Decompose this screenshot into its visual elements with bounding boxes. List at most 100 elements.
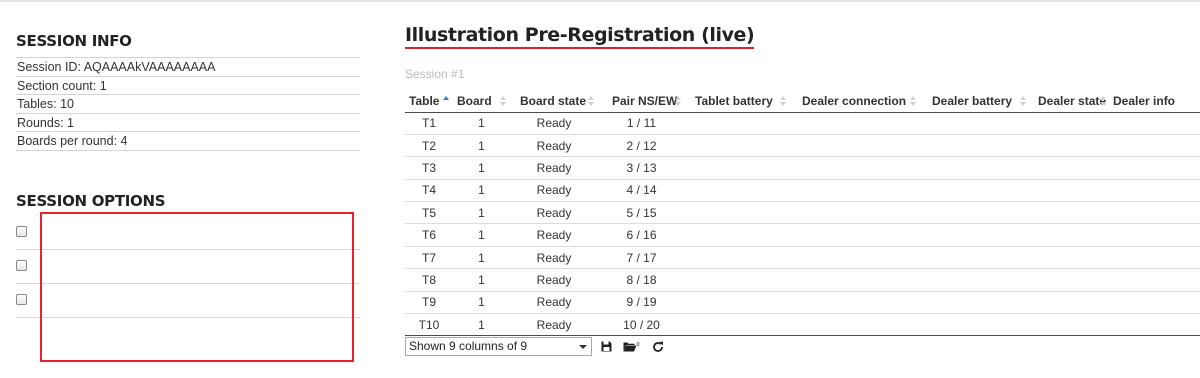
column-header-dealer-info[interactable]: Dealer info — [1110, 90, 1200, 113]
empty-cell — [790, 246, 920, 270]
chevron-down-icon — [579, 345, 587, 349]
cell-pair: 8 / 18 — [598, 268, 685, 292]
empty-cell — [1030, 313, 1110, 337]
cell-pair: 7 / 17 — [598, 246, 685, 270]
cell-board-state: Ready — [510, 268, 598, 292]
empty-cell — [920, 291, 1030, 315]
sort-icon — [588, 96, 595, 107]
column-header-dealer-battery[interactable]: Dealer battery — [920, 90, 1030, 113]
session-label: Session #1 — [405, 67, 465, 81]
cell-board-state: Ready — [510, 112, 598, 135]
cell-pair: 3 / 13 — [598, 156, 685, 180]
empty-cell — [1030, 179, 1110, 203]
refresh-button[interactable] — [648, 337, 668, 356]
session-option-row — [16, 250, 360, 284]
cell-pair: 6 / 16 — [598, 223, 685, 247]
folder-open-icon: 0 — [623, 342, 640, 352]
option-checkbox-1[interactable] — [16, 226, 27, 237]
empty-cell — [1030, 223, 1110, 247]
column-label: Dealer battery — [932, 93, 1013, 108]
column-label: Board state — [520, 93, 587, 108]
empty-cell — [920, 246, 1030, 270]
load-button[interactable]: 0 — [620, 337, 644, 356]
cell-table: T10 — [405, 313, 453, 337]
cell-table: T1 — [405, 112, 453, 135]
table-row[interactable]: T5 1 Ready 5 / 15 — [405, 201, 1200, 225]
table-row[interactable]: T6 1 Ready 6 / 16 — [405, 223, 1200, 247]
empty-cell — [1110, 179, 1200, 203]
cell-board: 1 — [453, 291, 510, 315]
empty-cell — [685, 112, 790, 135]
cell-board-state: Ready — [510, 223, 598, 247]
session-option-row — [16, 318, 360, 363]
column-label: Tablet battery — [695, 93, 773, 108]
sort-icon — [675, 96, 682, 107]
table-row[interactable]: T8 1 Ready 8 / 18 — [405, 268, 1200, 292]
cell-board: 1 — [453, 268, 510, 292]
empty-cell — [1110, 223, 1200, 247]
sort-icon — [1100, 96, 1107, 107]
empty-cell — [790, 134, 920, 158]
cell-board: 1 — [453, 134, 510, 158]
table-row[interactable]: T1 1 Ready 1 / 11 — [405, 112, 1200, 135]
empty-cell — [920, 313, 1030, 337]
table-row[interactable]: T10 1 Ready 10 / 20 — [405, 313, 1200, 337]
session-info-panel: SESSION INFO Session ID: AQAAAAkVAAAAAAA… — [16, 30, 360, 151]
tables-grid: Table Board Board state Pair NS/EW Table… — [405, 90, 1200, 337]
empty-cell — [790, 179, 920, 203]
cell-pair: 5 / 15 — [598, 201, 685, 225]
empty-cell — [790, 112, 920, 135]
header-row: Table Board Board state Pair NS/EW Table… — [405, 90, 1200, 113]
column-header-pair[interactable]: Pair NS/EW — [598, 90, 685, 113]
column-chooser-select[interactable]: Shown 9 columns of 9 — [405, 337, 592, 356]
table-row[interactable]: T9 1 Ready 9 / 19 — [405, 291, 1200, 315]
empty-cell — [685, 313, 790, 337]
table-row[interactable]: T2 1 Ready 2 / 12 — [405, 134, 1200, 158]
cell-board-state: Ready — [510, 291, 598, 315]
cell-board: 1 — [453, 156, 510, 180]
column-header-dealer-connection[interactable]: Dealer connection — [790, 90, 920, 113]
empty-cell — [920, 223, 1030, 247]
column-header-tablet-battery[interactable]: Tablet battery — [685, 90, 790, 113]
empty-cell — [685, 223, 790, 247]
save-button[interactable] — [596, 337, 616, 356]
cell-board: 1 — [453, 246, 510, 270]
empty-cell — [1110, 313, 1200, 337]
empty-cell — [685, 268, 790, 292]
column-header-board-state[interactable]: Board state — [510, 90, 598, 113]
sort-icon — [500, 96, 507, 107]
cell-board-state: Ready — [510, 134, 598, 158]
cell-board-state: Ready — [510, 156, 598, 180]
table-row[interactable]: T7 1 Ready 7 / 17 — [405, 246, 1200, 270]
column-label: Dealer info — [1113, 93, 1176, 108]
cell-pair: 9 / 19 — [598, 291, 685, 315]
top-divider — [0, 0, 1200, 2]
cell-pair: 10 / 20 — [598, 313, 685, 337]
column-header-dealer-state[interactable]: Dealer state — [1030, 90, 1110, 113]
cell-table: T6 — [405, 223, 453, 247]
cell-pair: 2 / 12 — [598, 134, 685, 158]
refresh-icon — [653, 341, 663, 352]
table-row[interactable]: T4 1 Ready 4 / 14 — [405, 179, 1200, 203]
empty-cell — [1030, 291, 1110, 315]
empty-cell — [1110, 291, 1200, 315]
empty-cell — [1030, 268, 1110, 292]
option-checkbox-2[interactable] — [16, 260, 27, 271]
empty-cell — [1030, 156, 1110, 180]
cell-board: 1 — [453, 223, 510, 247]
column-header-board[interactable]: Board — [453, 90, 510, 113]
empty-cell — [790, 291, 920, 315]
option-checkbox-3[interactable] — [16, 294, 27, 305]
session-options-list — [16, 215, 360, 363]
empty-cell — [920, 201, 1030, 225]
empty-cell — [1110, 134, 1200, 158]
column-label: Table — [409, 93, 440, 108]
column-header-table[interactable]: Table — [405, 90, 453, 113]
table-row[interactable]: T3 1 Ready 3 / 13 — [405, 156, 1200, 180]
cell-board: 1 — [453, 179, 510, 203]
cell-table: T3 — [405, 156, 453, 180]
cell-board: 1 — [453, 201, 510, 225]
empty-cell — [685, 156, 790, 180]
empty-cell — [685, 201, 790, 225]
empty-cell — [790, 156, 920, 180]
